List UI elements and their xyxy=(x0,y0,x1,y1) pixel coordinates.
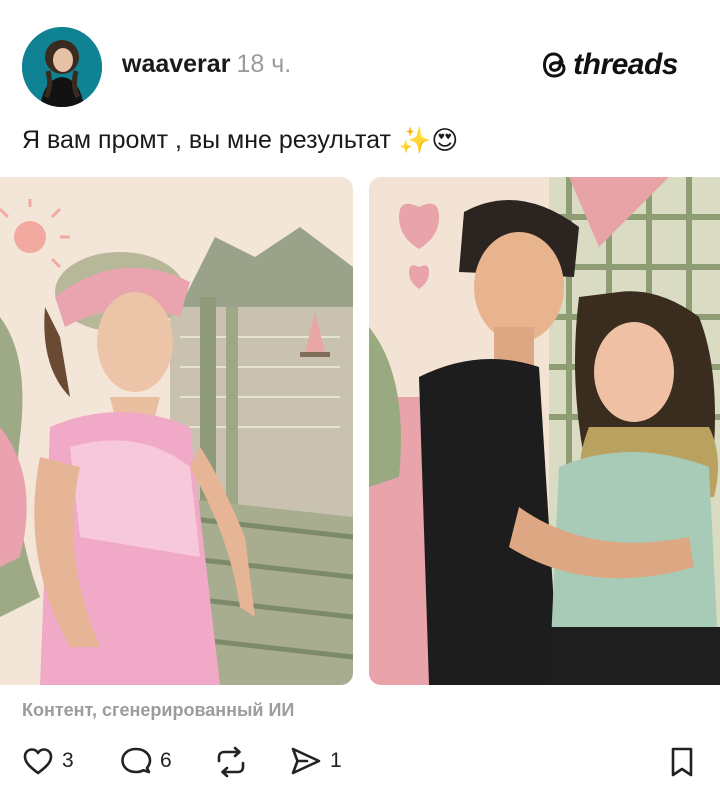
caption-text: Я вам промт , вы мне результат xyxy=(22,126,391,154)
post-meta: waaverar 18 ч. xyxy=(122,50,291,79)
bookmark-icon xyxy=(671,747,693,777)
repost-icon xyxy=(217,746,245,778)
post-time: 18 ч. xyxy=(236,50,292,78)
heart-icon xyxy=(23,748,53,775)
caption-emojis: ✨😍 xyxy=(398,125,459,156)
send-icon xyxy=(291,747,321,775)
post-image-couple[interactable] xyxy=(369,177,720,685)
like-count: 3 xyxy=(62,749,74,772)
brand-name: threads xyxy=(573,48,678,81)
repost-button[interactable] xyxy=(214,746,248,778)
post-actions: 3 6 1 xyxy=(0,740,720,790)
share-button[interactable]: 1 xyxy=(290,746,342,776)
avatar[interactable] xyxy=(22,27,102,107)
comment-bubble-icon xyxy=(121,747,152,774)
share-count: 1 xyxy=(330,749,342,772)
post-caption: Я вам промт , вы мне результат ✨😍 xyxy=(22,126,458,155)
post-header: waaverar 18 ч. threads xyxy=(0,0,720,120)
post-image-girl-on-balcony[interactable] xyxy=(0,177,353,685)
save-button[interactable] xyxy=(668,746,696,778)
reply-button[interactable]: 6 xyxy=(120,746,172,776)
like-button[interactable]: 3 xyxy=(22,746,74,776)
threads-logo-icon xyxy=(543,52,566,78)
ai-generated-label: Контент, сгенерированный ИИ xyxy=(22,700,295,720)
reply-count: 6 xyxy=(160,749,172,772)
threads-brand: threads xyxy=(541,48,678,82)
username[interactable]: waaverar xyxy=(122,50,230,78)
